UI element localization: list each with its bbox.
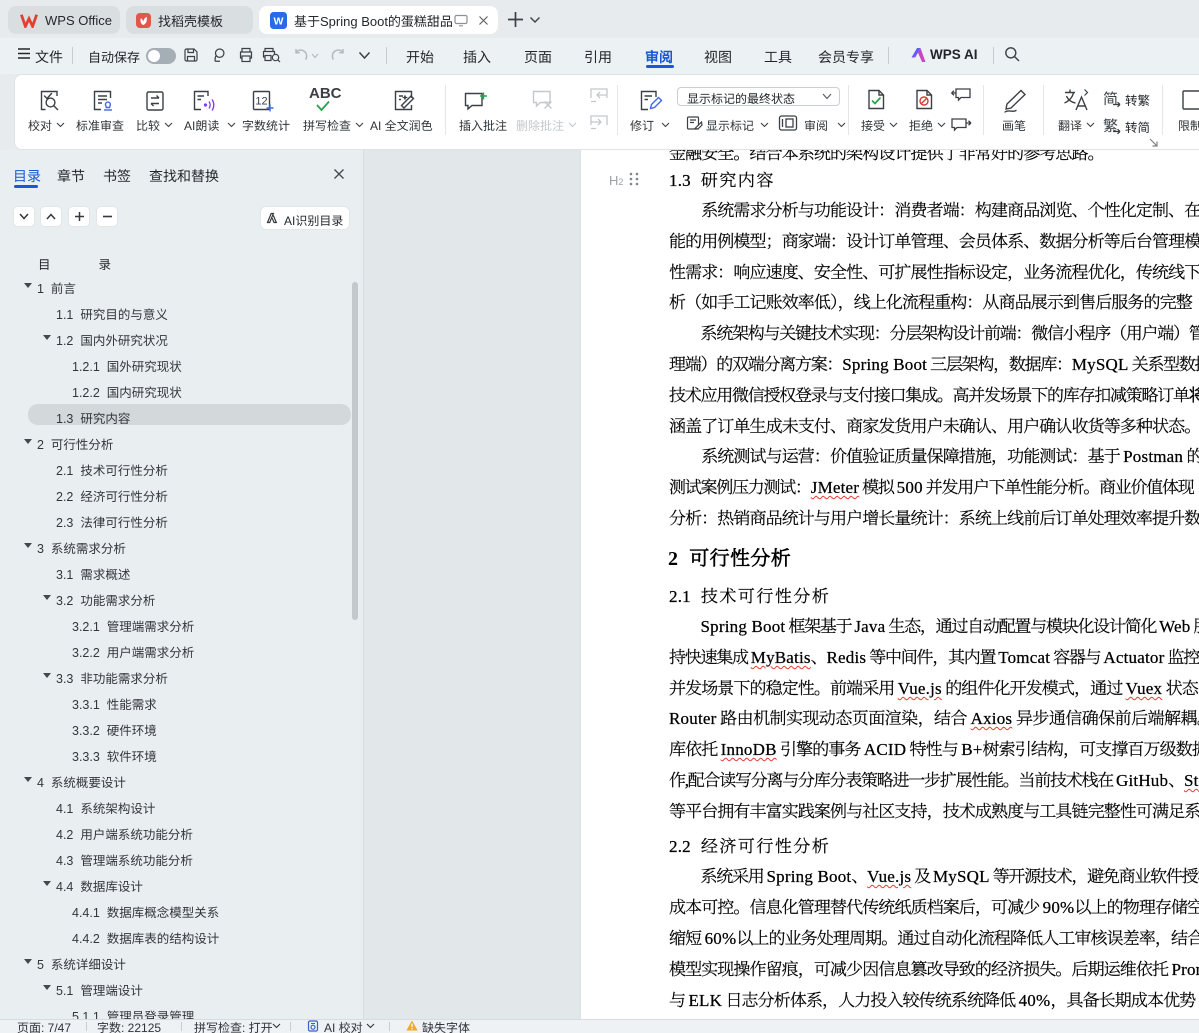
svg-text:12: 12	[255, 96, 267, 108]
svg-text:W: W	[274, 15, 284, 27]
